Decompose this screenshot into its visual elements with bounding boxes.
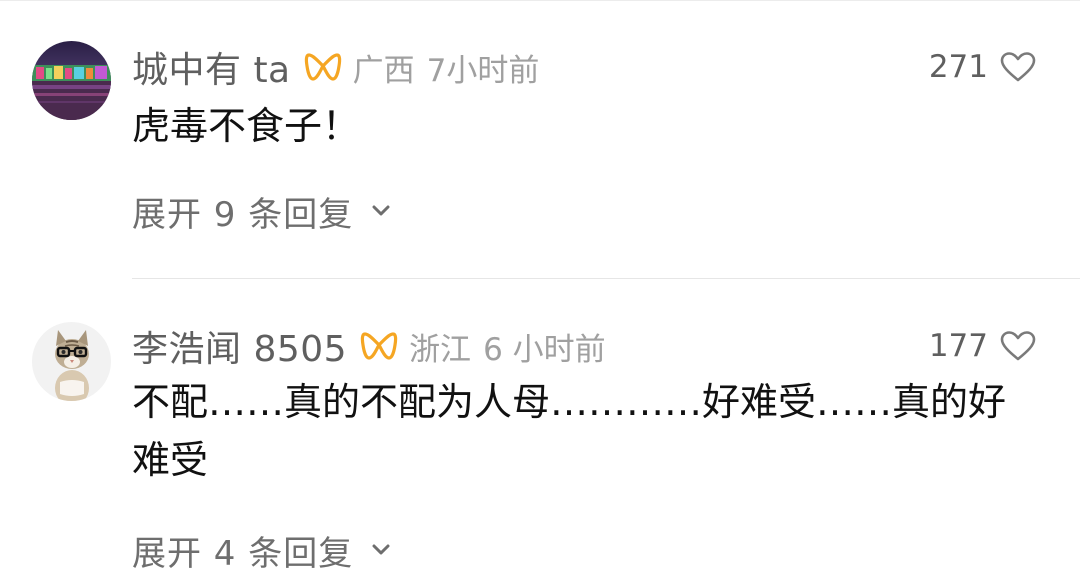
- comment-meta: 广西 7小时前: [353, 45, 540, 90]
- heart-icon[interactable]: [1000, 330, 1036, 362]
- like-button[interactable]: 271: [929, 42, 1036, 92]
- username[interactable]: 李浩闻 8505: [132, 320, 347, 372]
- location: 浙江: [409, 331, 472, 368]
- expand-replies-label: 展开 9 条回复: [132, 194, 354, 235]
- comment-header: 李浩闻 8505 浙江 6 小时前: [132, 321, 606, 371]
- comment-meta: 浙江 6 小时前: [409, 324, 606, 369]
- chevron-down-icon: [372, 544, 390, 555]
- chevron-down-icon: [372, 205, 390, 216]
- avatar[interactable]: [32, 322, 111, 401]
- like-button[interactable]: 177: [929, 321, 1036, 371]
- verified-badge-icon: [304, 53, 341, 81]
- comment-header: 城中有 ta 广西 7小时前: [132, 42, 539, 92]
- cat-avatar-image: [32, 322, 111, 401]
- city-night-avatar-image: [32, 41, 111, 120]
- comment-text: 不配……真的不配为人母…………好难受……真的好难受: [132, 380, 1007, 482]
- expand-replies-label: 展开 4 条回复: [132, 533, 354, 574]
- like-count: 177: [928, 328, 988, 364]
- expand-replies-button[interactable]: 展开 9 条回复: [132, 187, 391, 235]
- avatar[interactable]: [32, 41, 111, 120]
- verified-badge-icon: [360, 332, 398, 360]
- heart-icon[interactable]: [1000, 51, 1036, 83]
- location: 广西: [352, 52, 415, 89]
- timestamp: 6 小时前: [483, 331, 606, 368]
- timestamp: 7小时前: [426, 52, 540, 89]
- expand-replies-button[interactable]: 展开 4 条回复: [132, 526, 391, 574]
- comment-text: 虎毒不食子！: [132, 104, 361, 148]
- comment-divider: [132, 278, 1080, 279]
- like-count: 271: [928, 49, 988, 85]
- top-divider: [0, 0, 1080, 1]
- username[interactable]: 城中有 ta: [132, 41, 291, 93]
